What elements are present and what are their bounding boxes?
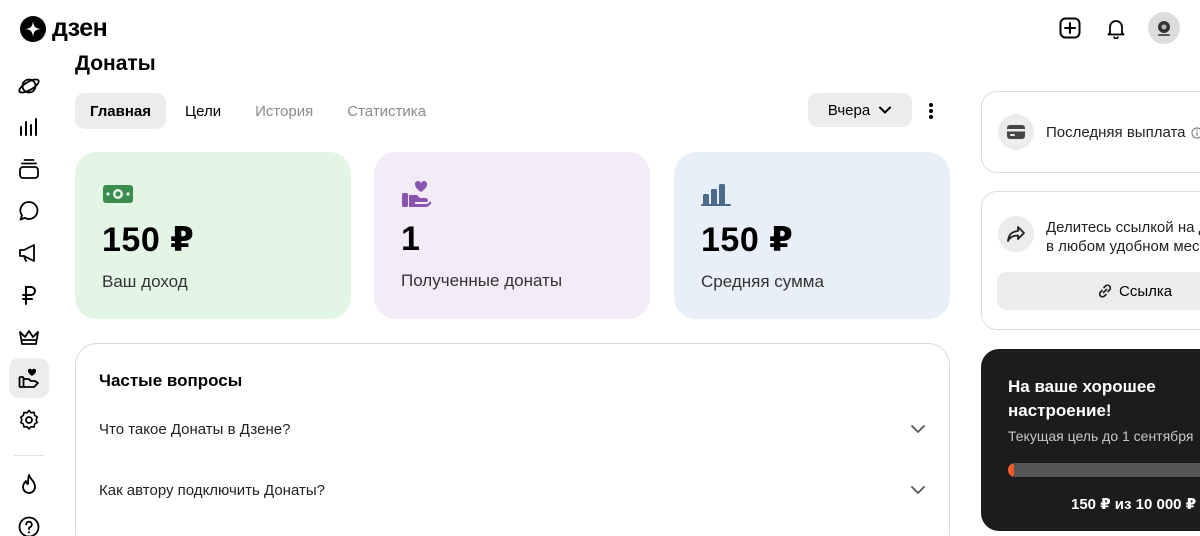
help-icon[interactable] <box>9 507 49 536</box>
average-label: Средняя сумма <box>701 272 824 291</box>
goal-card[interactable]: На ваше хорошее настроение! Текущая цель… <box>981 349 1200 531</box>
period-label: Вчера <box>827 101 871 119</box>
faq-panel: Частые вопросы Что такое Донаты в Дзене?… <box>75 343 950 536</box>
share-icon <box>998 216 1034 252</box>
planet-icon[interactable] <box>9 66 49 106</box>
chevron-down-icon <box>879 106 892 114</box>
tab-history[interactable]: История <box>240 93 328 129</box>
goal-progress-bar <box>1008 463 1200 477</box>
goal-progress-fill <box>1008 463 1014 477</box>
average-value: 150 ₽ <box>701 221 794 259</box>
money-icon <box>102 178 324 210</box>
bell-icon[interactable] <box>1102 14 1130 42</box>
tabs: Главная Цели История Статистика <box>75 93 441 129</box>
hand-heart-icon <box>401 178 623 210</box>
bar-chart-icon[interactable] <box>9 107 49 147</box>
income-label: Ваш доход <box>102 272 188 291</box>
zen-star-icon <box>20 15 46 42</box>
faq-item[interactable]: Что такое Донаты в Дзене? <box>99 414 926 444</box>
donations-count: 1 <box>401 220 421 258</box>
period-dropdown[interactable]: Вчера <box>808 93 912 127</box>
megaphone-icon[interactable] <box>9 233 49 273</box>
faq-title: Частые вопросы <box>99 371 243 390</box>
link-icon <box>1098 284 1112 298</box>
chevron-down-icon <box>911 425 925 433</box>
tab-statistics[interactable]: Статистика <box>332 93 441 129</box>
header-actions <box>1056 12 1180 44</box>
goal-amount: 150 ₽ из 10 000 ₽ <box>1071 496 1197 513</box>
page-title: Донаты <box>75 52 156 75</box>
faq-item[interactable]: Как автору подключить Донаты? <box>99 475 926 505</box>
ruble-icon[interactable] <box>9 275 49 315</box>
copy-link-label: Ссылка <box>1119 282 1173 300</box>
more-menu-icon[interactable] <box>922 99 940 123</box>
share-text-line2: в любом удобном мес <box>1046 238 1200 255</box>
avatar[interactable] <box>1148 12 1180 44</box>
donations-label: Полученные донаты <box>401 271 563 290</box>
gear-icon[interactable] <box>9 400 49 440</box>
stat-card-income: 150 ₽ Ваш доход <box>75 152 351 319</box>
tab-main[interactable]: Главная <box>75 93 167 129</box>
tab-goals[interactable]: Цели <box>170 93 236 129</box>
last-payout-card[interactable]: Последняя выплата <box>981 91 1200 173</box>
copy-link-button[interactable]: Ссылка <box>997 272 1200 310</box>
add-icon[interactable] <box>1056 14 1084 42</box>
income-value: 150 ₽ <box>102 221 195 259</box>
logo[interactable]: дзен <box>20 14 108 43</box>
faq-question: Что такое Донаты в Дзене? <box>99 420 291 438</box>
share-link-card: Делитесь ссылкой на д в любом удобном ме… <box>981 191 1200 330</box>
brand-name: дзен <box>52 14 108 42</box>
info-icon[interactable] <box>1190 126 1200 139</box>
goal-title: На ваше хорошее настроение! <box>1008 377 1156 420</box>
stack-icon[interactable] <box>9 149 49 189</box>
share-text-line1: Делитесь ссылкой на д <box>1046 219 1200 236</box>
chat-icon[interactable] <box>9 191 49 231</box>
goal-subtitle: Текущая цель до 1 сентября <box>1008 428 1194 444</box>
stat-card-average: 150 ₽ Средняя сумма <box>674 152 950 319</box>
last-payout-label: Последняя выплата <box>1046 124 1186 141</box>
crown-icon[interactable] <box>9 317 49 357</box>
sidebar-divider <box>14 455 44 456</box>
bar-chart-icon <box>701 178 923 210</box>
hand-heart-icon[interactable] <box>9 358 49 398</box>
card-icon <box>998 114 1034 150</box>
fire-icon[interactable] <box>9 465 49 505</box>
chevron-down-icon <box>911 486 925 494</box>
faq-question: Как автору подключить Донаты? <box>99 481 325 499</box>
stat-card-donations: 1 Полученные донаты <box>374 152 650 319</box>
